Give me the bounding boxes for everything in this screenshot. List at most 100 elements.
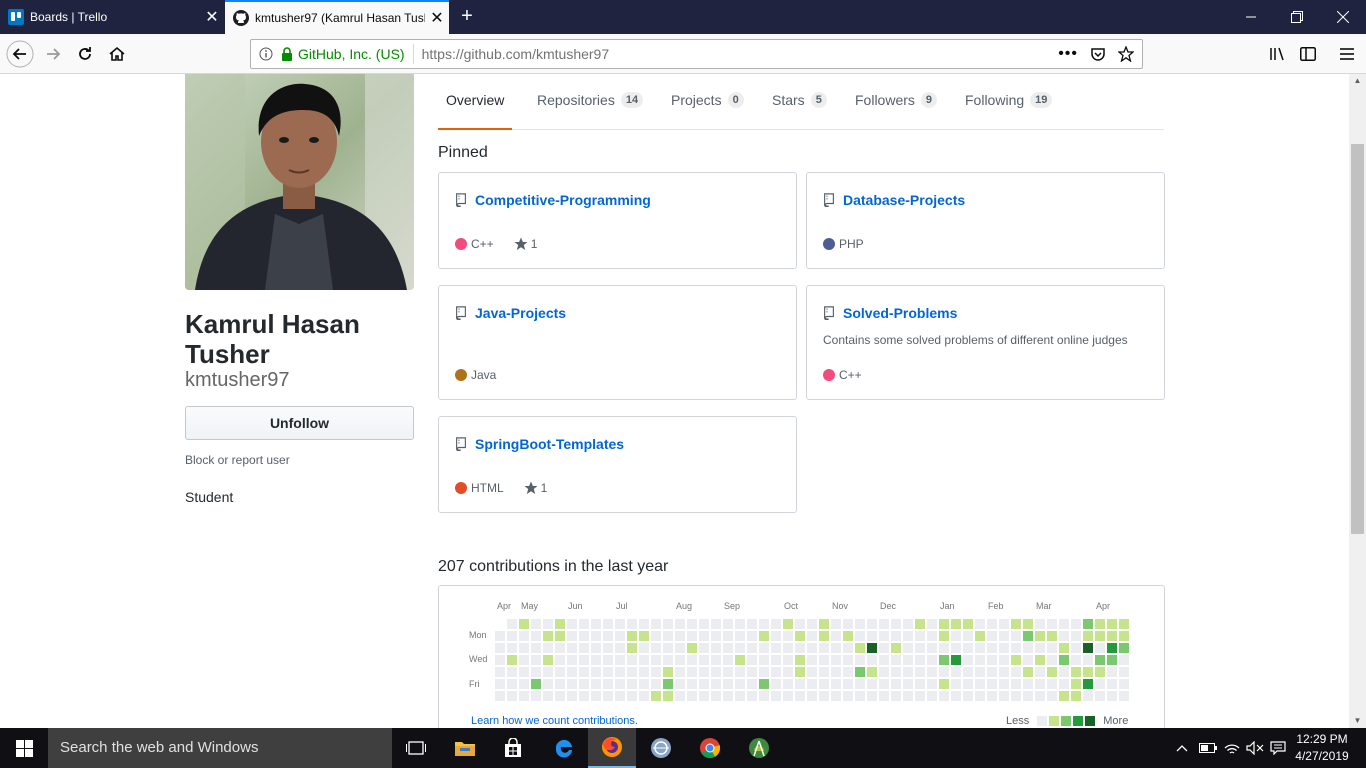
contribution-day-cell[interactable] xyxy=(891,667,901,677)
contribution-day-cell[interactable] xyxy=(1071,643,1081,653)
contribution-day-cell[interactable] xyxy=(843,631,853,641)
contribution-day-cell[interactable] xyxy=(603,667,613,677)
contribution-day-cell[interactable] xyxy=(807,655,817,665)
contribution-day-cell[interactable] xyxy=(771,643,781,653)
contribution-day-cell[interactable] xyxy=(1047,667,1057,677)
minimize-button[interactable] xyxy=(1228,0,1274,34)
contribution-day-cell[interactable] xyxy=(723,643,733,653)
repo-name-link[interactable]: SpringBoot-Templates xyxy=(475,436,624,452)
contribution-day-cell[interactable] xyxy=(1071,631,1081,641)
contribution-day-cell[interactable] xyxy=(891,631,901,641)
contribution-day-cell[interactable] xyxy=(867,631,877,641)
contribution-day-cell[interactable] xyxy=(687,631,697,641)
contribution-day-cell[interactable] xyxy=(519,631,529,641)
firefox-button[interactable] xyxy=(588,728,636,768)
contribution-day-cell[interactable] xyxy=(567,691,577,701)
contribution-day-cell[interactable] xyxy=(939,619,949,629)
contribution-day-cell[interactable] xyxy=(951,619,961,629)
contribution-day-cell[interactable] xyxy=(1119,631,1129,641)
contribution-day-cell[interactable] xyxy=(699,643,709,653)
contribution-day-cell[interactable] xyxy=(951,679,961,689)
contribution-day-cell[interactable] xyxy=(507,643,517,653)
contribution-day-cell[interactable] xyxy=(591,655,601,665)
tab-trello[interactable]: Boards | Trello ✕ xyxy=(0,0,224,34)
contribution-day-cell[interactable] xyxy=(591,679,601,689)
contribution-day-cell[interactable] xyxy=(1059,643,1069,653)
contribution-day-cell[interactable] xyxy=(987,679,997,689)
contribution-day-cell[interactable] xyxy=(1107,631,1117,641)
contribution-day-cell[interactable] xyxy=(627,619,637,629)
contribution-day-cell[interactable] xyxy=(951,667,961,677)
contribution-day-cell[interactable] xyxy=(543,667,553,677)
contribution-day-cell[interactable] xyxy=(891,655,901,665)
battery-indicator[interactable] xyxy=(1197,728,1219,768)
contribution-day-cell[interactable] xyxy=(543,691,553,701)
contribution-day-cell[interactable] xyxy=(831,619,841,629)
contribution-day-cell[interactable] xyxy=(795,619,805,629)
contribution-day-cell[interactable] xyxy=(555,667,565,677)
contribution-day-cell[interactable] xyxy=(723,679,733,689)
contribution-day-cell[interactable] xyxy=(927,631,937,641)
contribution-day-cell[interactable] xyxy=(999,619,1009,629)
contribution-day-cell[interactable] xyxy=(603,631,613,641)
contribution-day-cell[interactable] xyxy=(1059,655,1069,665)
contribution-day-cell[interactable] xyxy=(675,619,685,629)
contribution-day-cell[interactable] xyxy=(915,655,925,665)
contribution-day-cell[interactable] xyxy=(759,643,769,653)
contribution-day-cell[interactable] xyxy=(735,691,745,701)
contribution-day-cell[interactable] xyxy=(651,619,661,629)
contribution-day-cell[interactable] xyxy=(843,619,853,629)
contribution-day-cell[interactable] xyxy=(867,667,877,677)
contribution-day-cell[interactable] xyxy=(711,631,721,641)
contribution-day-cell[interactable] xyxy=(507,667,517,677)
close-tab-icon[interactable]: ✕ xyxy=(425,8,449,28)
contribution-day-cell[interactable] xyxy=(495,667,505,677)
contribution-day-cell[interactable] xyxy=(807,631,817,641)
contribution-day-cell[interactable] xyxy=(927,655,937,665)
contribution-day-cell[interactable] xyxy=(1083,619,1093,629)
contribution-day-cell[interactable] xyxy=(735,655,745,665)
contribution-day-cell[interactable] xyxy=(999,631,1009,641)
tab-stars[interactable]: Stars 5 xyxy=(764,92,835,130)
contribution-day-cell[interactable] xyxy=(999,667,1009,677)
page-scrollbar[interactable]: ▲ ▼ xyxy=(1349,74,1366,728)
contribution-day-cell[interactable] xyxy=(867,655,877,665)
taskbar-clock[interactable]: 12:29 PM 4/27/2019 xyxy=(1290,731,1354,765)
contribution-day-cell[interactable] xyxy=(807,643,817,653)
contribution-day-cell[interactable] xyxy=(687,619,697,629)
contribution-day-cell[interactable] xyxy=(951,691,961,701)
contribution-day-cell[interactable] xyxy=(579,631,589,641)
contribution-day-cell[interactable] xyxy=(699,667,709,677)
contribution-day-cell[interactable] xyxy=(507,631,517,641)
contribution-day-cell[interactable] xyxy=(831,643,841,653)
contribution-day-cell[interactable] xyxy=(591,667,601,677)
contribution-day-cell[interactable] xyxy=(975,619,985,629)
forward-button[interactable] xyxy=(38,39,68,69)
app-button[interactable] xyxy=(637,728,685,768)
contribution-day-cell[interactable] xyxy=(531,691,541,701)
contribution-day-cell[interactable] xyxy=(1023,667,1033,677)
contribution-day-cell[interactable] xyxy=(519,643,529,653)
contribution-day-cell[interactable] xyxy=(1011,631,1021,641)
contribution-day-cell[interactable] xyxy=(1035,643,1045,653)
contribution-day-cell[interactable] xyxy=(987,655,997,665)
network-indicator[interactable] xyxy=(1221,728,1243,768)
contribution-day-cell[interactable] xyxy=(963,667,973,677)
contribution-day-cell[interactable] xyxy=(903,643,913,653)
contribution-day-cell[interactable] xyxy=(771,667,781,677)
contribution-day-cell[interactable] xyxy=(663,679,673,689)
contribution-day-cell[interactable] xyxy=(879,679,889,689)
contribution-day-cell[interactable] xyxy=(675,667,685,677)
contribution-day-cell[interactable] xyxy=(1059,619,1069,629)
contribution-day-cell[interactable] xyxy=(615,655,625,665)
contribution-day-cell[interactable] xyxy=(1047,631,1057,641)
contribution-day-cell[interactable] xyxy=(699,679,709,689)
contribution-day-cell[interactable] xyxy=(519,679,529,689)
contribution-day-cell[interactable] xyxy=(615,679,625,689)
contribution-day-cell[interactable] xyxy=(711,619,721,629)
contribution-day-cell[interactable] xyxy=(579,679,589,689)
contribution-day-cell[interactable] xyxy=(891,619,901,629)
contribution-day-cell[interactable] xyxy=(1107,643,1117,653)
contribution-day-cell[interactable] xyxy=(1035,619,1045,629)
connection-identity[interactable]: GitHub, Inc. (US) xyxy=(281,44,414,64)
